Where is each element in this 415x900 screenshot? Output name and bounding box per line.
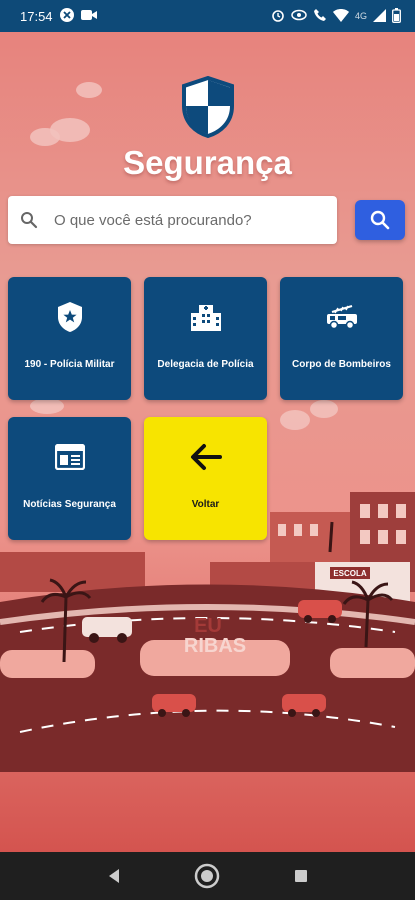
- police-badge-icon: [56, 301, 84, 333]
- recents-nav-icon[interactable]: [293, 868, 309, 884]
- call-icon: [313, 8, 327, 24]
- news-icon: [54, 441, 85, 473]
- search-input[interactable]: [54, 211, 314, 229]
- status-left: 17:54: [20, 8, 97, 24]
- alarm-icon: [271, 8, 285, 24]
- app-x-icon: [59, 8, 74, 24]
- svg-text:EU: EU: [194, 615, 222, 637]
- system-nav-bar: [0, 852, 415, 900]
- signal-icon: [373, 8, 386, 24]
- tile-label: Delegacia de Polícia: [157, 359, 254, 370]
- school-sign: ESCOLA: [333, 569, 367, 578]
- search-button[interactable]: [355, 200, 405, 240]
- camera-icon: [80, 9, 97, 23]
- status-time: 17:54: [20, 8, 53, 24]
- tile-label: 190 - Polícia Militar: [24, 359, 115, 370]
- cloud-decoration: [76, 82, 102, 98]
- search-icon: [21, 212, 38, 229]
- back-nav-icon[interactable]: [106, 868, 122, 884]
- tile-label: Corpo de Bombeiros: [292, 359, 391, 370]
- svg-text:RIBAS: RIBAS: [184, 635, 246, 657]
- search-bar[interactable]: [8, 196, 337, 244]
- status-bar: 17:54 4G: [0, 0, 415, 32]
- shield-icon: [182, 76, 234, 138]
- wifi-icon: [332, 8, 349, 24]
- status-right: 4G: [271, 7, 401, 25]
- tile-policia-militar[interactable]: 190 - Polícia Militar: [8, 277, 131, 400]
- network-label: 4G: [354, 11, 367, 21]
- search-icon: [370, 210, 390, 230]
- battery-icon: [392, 7, 401, 25]
- page-title: Segurança: [123, 144, 292, 181]
- cloud-decoration: [310, 400, 338, 418]
- cloud-decoration: [280, 410, 310, 430]
- tile-delegacia[interactable]: Delegacia de Polícia: [144, 277, 267, 400]
- eye-icon: [291, 9, 307, 23]
- back-arrow-icon: [190, 441, 222, 473]
- app-screen: Segurança 190 - Polícia Militar Delegaci…: [0, 32, 415, 852]
- tile-bombeiros[interactable]: Corpo de Bombeiros: [280, 277, 403, 400]
- building-icon: [190, 301, 221, 333]
- fire-truck-icon: [326, 301, 358, 333]
- home-nav-icon[interactable]: [193, 862, 221, 890]
- cloud-decoration: [30, 398, 64, 414]
- city-illustration: ESCOLA EU RIBAS: [0, 492, 415, 772]
